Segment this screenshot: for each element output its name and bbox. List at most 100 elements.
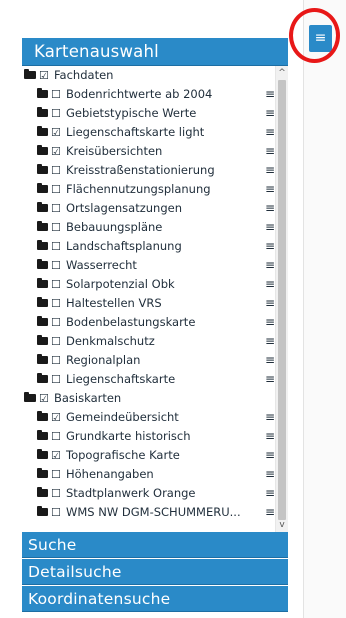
layer-menu-icon[interactable]: ≡: [265, 427, 275, 446]
checkbox-icon[interactable]: ☐: [51, 237, 62, 256]
layer-item[interactable]: ☐ Stadtplanwerk Orange ≡: [37, 484, 275, 503]
checkbox-checked-icon[interactable]: ☑: [39, 66, 50, 85]
layer-item[interactable]: ☐ WMS NW DGM-SCHUMMERU... ≡: [37, 503, 275, 522]
checkbox-icon[interactable]: ☐: [51, 275, 62, 294]
layer-label: Bodenbelastungskarte: [66, 315, 196, 329]
checkbox-icon[interactable]: ☐: [51, 85, 62, 104]
checkbox-icon[interactable]: ☐: [51, 332, 62, 351]
layer-item[interactable]: ☐ Bodenrichtwerte ab 2004 ≡: [37, 85, 275, 104]
checkbox-icon[interactable]: ☐: [51, 465, 62, 484]
layer-menu-icon[interactable]: ≡: [265, 237, 275, 256]
layer-label: Grundkarte historisch: [66, 429, 191, 443]
layer-menu-icon[interactable]: ≡: [265, 256, 275, 275]
folder-icon: [37, 468, 48, 478]
tree-group[interactable]: ☑ Fachdaten: [24, 66, 113, 85]
layer-item[interactable]: ☐ Bodenbelastungskarte ≡: [37, 313, 275, 332]
checkbox-checked-icon[interactable]: ☑: [51, 446, 62, 465]
checkbox-icon[interactable]: ☐: [51, 370, 62, 389]
layer-item[interactable]: ☐ Flächennutzungsplanung ≡: [37, 180, 275, 199]
map-area[interactable]: [304, 0, 346, 618]
layer-label: Liegenschaftskarte light: [66, 125, 205, 139]
layer-menu-icon[interactable]: ≡: [265, 313, 275, 332]
folder-icon: [37, 354, 48, 364]
checkbox-checked-icon[interactable]: ☑: [51, 142, 62, 161]
layer-item[interactable]: ☐ Grundkarte historisch ≡: [37, 427, 275, 446]
layer-label: Wasserrecht: [66, 258, 137, 272]
layer-label: Liegenschaftskarte: [66, 372, 176, 386]
tree-group[interactable]: ☑ Basiskarten: [24, 389, 121, 408]
checkbox-icon[interactable]: ☐: [51, 427, 62, 446]
layer-menu-icon[interactable]: ≡: [265, 408, 275, 427]
layer-menu-icon[interactable]: ≡: [265, 484, 275, 503]
layer-item[interactable]: ☐ Liegenschaftskarte ≡: [37, 370, 275, 389]
layer-menu-icon[interactable]: ≡: [265, 370, 275, 389]
checkbox-icon[interactable]: ☐: [51, 484, 62, 503]
layer-menu-icon[interactable]: ≡: [265, 142, 275, 161]
layer-item[interactable]: ☐ Solarpotenzial Obk ≡: [37, 275, 275, 294]
checkbox-icon[interactable]: ☐: [51, 199, 62, 218]
layer-menu-icon[interactable]: ≡: [265, 180, 275, 199]
layer-menu-icon[interactable]: ≡: [265, 465, 275, 484]
layer-menu-icon[interactable]: ≡: [265, 161, 275, 180]
checkbox-icon[interactable]: ☐: [51, 218, 62, 237]
scroll-up-arrow[interactable]: ^: [276, 68, 288, 78]
folder-open-icon[interactable]: [24, 392, 36, 402]
checkbox-icon[interactable]: ☐: [51, 256, 62, 275]
accordion-detailsuche[interactable]: Detailsuche: [22, 559, 288, 585]
layer-menu-icon[interactable]: ≡: [265, 294, 275, 313]
checkbox-checked-icon[interactable]: ☑: [51, 408, 62, 427]
layer-menu-icon[interactable]: ≡: [265, 275, 275, 294]
folder-icon: [37, 126, 48, 136]
checkbox-icon[interactable]: ☐: [51, 294, 62, 313]
folder-icon: [37, 164, 48, 174]
layer-menu-icon[interactable]: ≡: [265, 199, 275, 218]
layer-menu-icon[interactable]: ≡: [265, 218, 275, 237]
accordion-kartenauswahl[interactable]: Kartenauswahl: [22, 38, 288, 66]
folder-open-icon[interactable]: [24, 69, 36, 79]
layer-item[interactable]: ☐ Wasserrecht ≡: [37, 256, 275, 275]
layer-item[interactable]: ☑ Liegenschaftskarte light ≡: [37, 123, 275, 142]
checkbox-icon[interactable]: ☐: [51, 104, 62, 123]
layer-label: Kreisstraßenstationierung: [66, 163, 215, 177]
folder-icon: [37, 88, 48, 98]
checkbox-icon[interactable]: ☐: [51, 180, 62, 199]
layer-item[interactable]: ☐ Bebauungspläne ≡: [37, 218, 275, 237]
layer-item[interactable]: ☑ Kreisübersichten ≡: [37, 142, 275, 161]
accordion-koordinatensuche[interactable]: Koordinatensuche: [22, 586, 288, 612]
checkbox-icon[interactable]: ☐: [51, 351, 62, 370]
layer-item[interactable]: ☐ Regionalplan ≡: [37, 351, 275, 370]
tree-scrollbar[interactable]: ^ v: [275, 66, 288, 532]
layer-item[interactable]: ☐ Denkmalschutz ≡: [37, 332, 275, 351]
layer-item[interactable]: ☐ Höhenangaben ≡: [37, 465, 275, 484]
scroll-thumb[interactable]: [278, 80, 286, 520]
accordion-suche[interactable]: Suche: [22, 532, 288, 558]
layer-menu-icon[interactable]: ≡: [265, 332, 275, 351]
layer-menu-icon[interactable]: ≡: [265, 85, 275, 104]
layer-menu-icon[interactable]: ≡: [265, 351, 275, 370]
layer-label: Landschaftsplanung: [66, 239, 182, 253]
checkbox-checked-icon[interactable]: ☑: [51, 123, 62, 142]
layer-item[interactable]: ☐ Landschaftsplanung ≡: [37, 237, 275, 256]
layer-item[interactable]: ☐ Gebietstypische Werte ≡: [37, 104, 275, 123]
layer-item[interactable]: ☐ Ortslagensatzungen ≡: [37, 199, 275, 218]
layer-menu-icon[interactable]: ≡: [265, 503, 275, 522]
layer-item[interactable]: ☐ Kreisstraßenstationierung ≡: [37, 161, 275, 180]
group-label: Fachdaten: [54, 68, 114, 82]
layer-label: Solarpotenzial Obk: [66, 277, 175, 291]
layer-menu-icon[interactable]: ≡: [265, 446, 275, 465]
checkbox-icon[interactable]: ☐: [51, 503, 62, 522]
layer-menu-icon[interactable]: ≡: [265, 123, 275, 142]
folder-icon: [37, 335, 48, 345]
checkbox-checked-icon[interactable]: ☑: [39, 389, 50, 408]
layer-menu-icon[interactable]: ≡: [265, 104, 275, 123]
layer-label: Bebauungspläne: [66, 220, 163, 234]
checkbox-icon[interactable]: ☐: [51, 161, 62, 180]
folder-icon: [37, 259, 48, 269]
layer-item[interactable]: ☑ Gemeindeübersicht ≡: [37, 408, 275, 427]
checkbox-icon[interactable]: ☐: [51, 313, 62, 332]
folder-icon: [37, 297, 48, 307]
layer-item[interactable]: ☐ Haltestellen VRS ≡: [37, 294, 275, 313]
layer-item[interactable]: ☑ Topografische Karte ≡: [37, 446, 275, 465]
layer-panel: Kartenauswahl ^ v ☑ Fachdaten ☐ Bodenrichtw…: [22, 38, 288, 612]
scroll-down-arrow[interactable]: v: [276, 520, 288, 530]
